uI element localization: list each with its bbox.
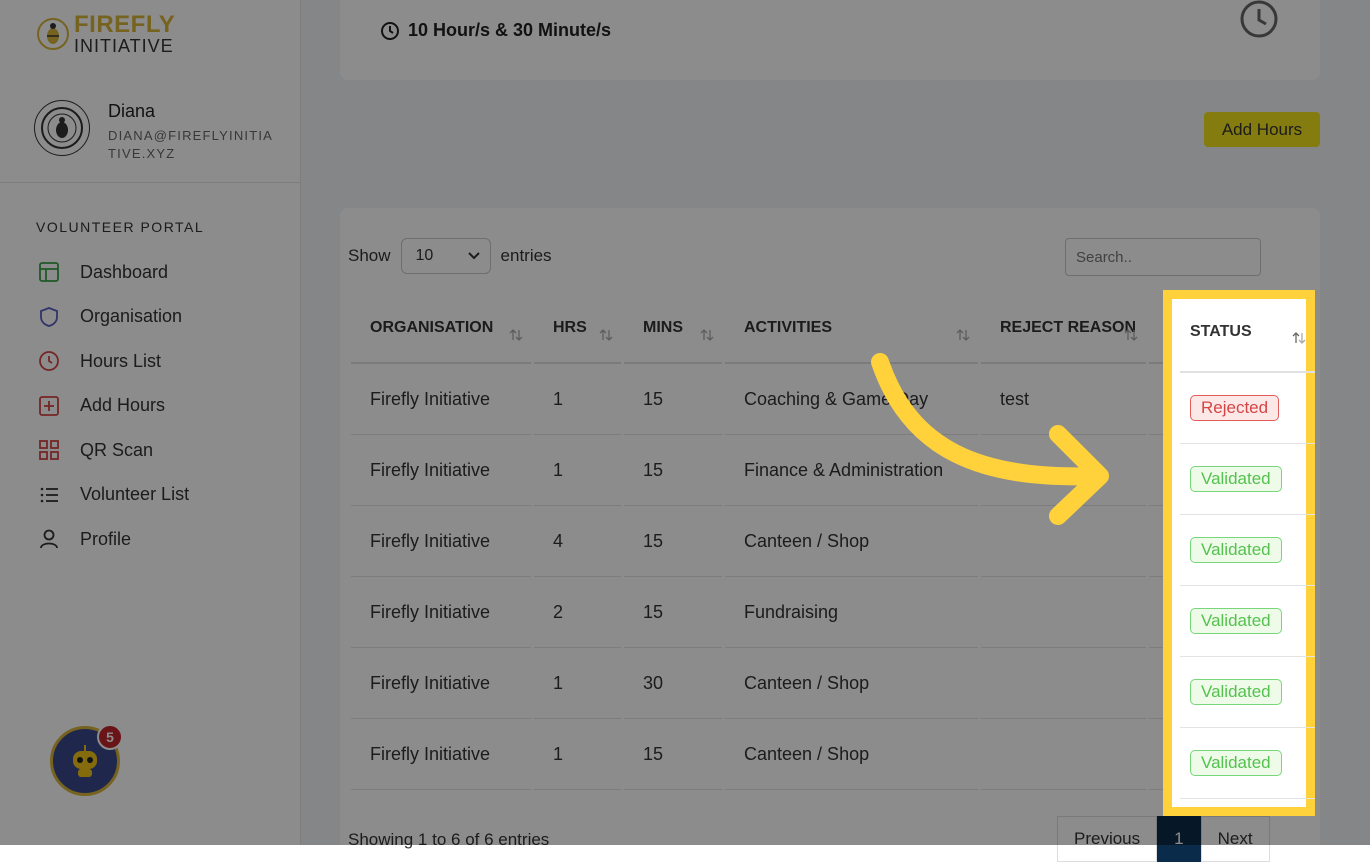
pointer-arrow-icon: [871, 353, 1109, 525]
